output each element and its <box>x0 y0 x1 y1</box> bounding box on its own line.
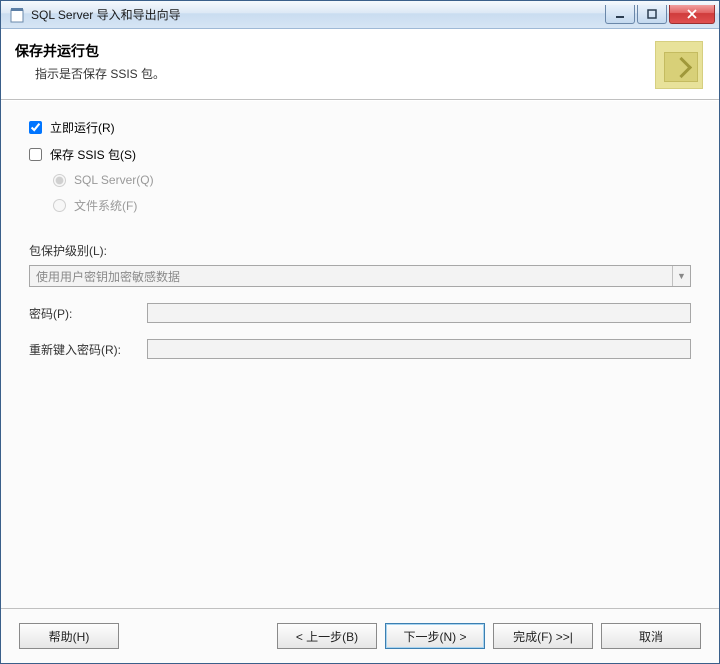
radio-filesystem <box>53 199 66 212</box>
titlebar[interactable]: SQL Server 导入和导出向导 <box>1 1 719 29</box>
page-title: 保存并运行包 <box>15 41 165 61</box>
save-target-group: SQL Server(Q) 文件系统(F) <box>53 173 691 214</box>
radio-sql-server-label: SQL Server(Q) <box>74 173 154 187</box>
save-ssis-option[interactable]: 保存 SSIS 包(S) <box>29 146 691 163</box>
help-button[interactable]: 帮助(H) <box>19 623 119 649</box>
back-button[interactable]: < 上一步(B) <box>277 623 377 649</box>
run-immediately-option[interactable]: 立即运行(R) <box>29 119 691 136</box>
password-row: 密码(P): <box>29 303 691 323</box>
radio-filesystem-label: 文件系统(F) <box>74 197 137 214</box>
wizard-content: 立即运行(R) 保存 SSIS 包(S) SQL Server(Q) 文件系统(… <box>1 100 719 608</box>
protection-level-dropdown: 使用用户密钥加密敏感数据 ▼ <box>29 265 691 287</box>
save-ssis-label: 保存 SSIS 包(S) <box>50 146 136 163</box>
retype-password-label: 重新键入密码(R): <box>29 341 147 358</box>
next-button[interactable]: 下一步(N) > <box>385 623 485 649</box>
wizard-window: SQL Server 导入和导出向导 保存并运行包 指示是否保存 SSIS 包。… <box>0 0 720 664</box>
window-controls <box>605 5 715 24</box>
close-button[interactable] <box>669 5 715 24</box>
maximize-button[interactable] <box>637 5 667 24</box>
radio-sql-server-option: SQL Server(Q) <box>53 173 691 187</box>
minimize-button[interactable] <box>605 5 635 24</box>
retype-password-input <box>147 339 691 359</box>
page-subtitle: 指示是否保存 SSIS 包。 <box>35 65 165 82</box>
protection-level-selected: 使用用户密钥加密敏感数据 <box>30 268 672 285</box>
run-immediately-label: 立即运行(R) <box>50 119 115 136</box>
chevron-down-icon: ▼ <box>672 266 690 286</box>
app-icon <box>9 7 25 23</box>
protection-level-label: 包保护级别(L): <box>29 242 691 259</box>
run-immediately-checkbox[interactable] <box>29 121 42 134</box>
wizard-footer: 帮助(H) < 上一步(B) 下一步(N) > 完成(F) >>| 取消 <box>1 608 719 663</box>
radio-filesystem-option: 文件系统(F) <box>53 197 691 214</box>
password-label: 密码(P): <box>29 305 147 322</box>
save-ssis-checkbox[interactable] <box>29 148 42 161</box>
protection-block: 包保护级别(L): 使用用户密钥加密敏感数据 ▼ 密码(P): 重新键入密码(R… <box>29 242 691 359</box>
cancel-button[interactable]: 取消 <box>601 623 701 649</box>
package-icon <box>655 41 703 89</box>
header-text: 保存并运行包 指示是否保存 SSIS 包。 <box>15 41 165 82</box>
radio-sql-server <box>53 174 66 187</box>
retype-password-row: 重新键入密码(R): <box>29 339 691 359</box>
window-title: SQL Server 导入和导出向导 <box>31 6 605 23</box>
finish-button[interactable]: 完成(F) >>| <box>493 623 593 649</box>
wizard-header: 保存并运行包 指示是否保存 SSIS 包。 <box>1 29 719 100</box>
password-input <box>147 303 691 323</box>
